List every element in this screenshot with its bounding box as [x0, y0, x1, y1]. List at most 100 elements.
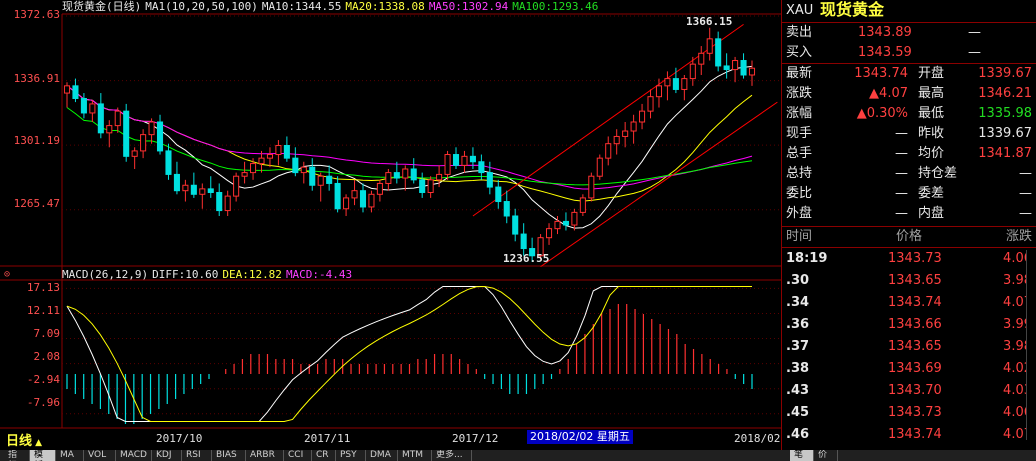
symbol-name: 现货黄金 — [820, 0, 885, 19]
indicator-tab[interactable]: CR — [312, 450, 336, 461]
detail-tab[interactable]: 价 — [814, 450, 838, 461]
indicator-tab[interactable]: VOL — [84, 450, 116, 461]
indicator-tab[interactable]: PSY — [336, 450, 366, 461]
stat-value: 1341.87 — [978, 146, 1032, 161]
candle-body — [698, 52, 705, 65]
macd-tick: 17.13 — [26, 281, 60, 294]
detail-tab[interactable]: 笔 — [790, 450, 814, 461]
ticks-header: 时间 价格 涨跌 — [782, 227, 1036, 247]
candle-body — [114, 110, 121, 127]
indicator-tab[interactable]: MTM — [398, 450, 432, 461]
tick-row: .34 1343.74 4.07 — [782, 293, 1036, 313]
macd-tick: 12.11 — [26, 304, 60, 317]
tick-price: 1343.70 — [888, 383, 942, 398]
candle-body — [148, 121, 155, 136]
candle-body — [140, 134, 147, 152]
indicator-tab[interactable]: CCI — [284, 450, 312, 461]
tick-price: 1343.73 — [888, 405, 942, 420]
candle-body — [283, 144, 290, 159]
candle-body — [410, 168, 417, 181]
candle-body — [520, 233, 527, 250]
ticks-scrollbar[interactable] — [1026, 250, 1034, 440]
ticks-time-header: 时间 — [786, 229, 813, 244]
stat-value: — — [1019, 186, 1032, 201]
candle-body — [351, 190, 358, 199]
stat-label: 开盘 — [918, 66, 945, 81]
bid-price: 1343.59 — [858, 45, 912, 60]
candle-body — [655, 85, 663, 98]
tick-price: 1343.65 — [888, 339, 942, 354]
stat-row: 委比 — 委差 — — [782, 184, 1036, 204]
stat-row: 现手 — 昨收 1339.67 — [782, 124, 1036, 144]
bid-label: 买入 — [786, 45, 813, 60]
indicator-tab[interactable]: BIAS — [212, 450, 246, 461]
indicator-tab[interactable]: KDJ — [152, 450, 182, 461]
candle-body — [359, 190, 367, 208]
candle-body — [613, 135, 620, 145]
candle-body — [156, 121, 164, 152]
indicator-tab[interactable]: 指标 — [4, 450, 30, 461]
candle-body — [182, 184, 189, 192]
ma-params: MA1(10,20,50,100) — [145, 0, 258, 13]
stat-value: 1335.98 — [978, 106, 1032, 121]
period-selector[interactable]: 日线 ▲ — [6, 430, 42, 449]
ma10-value: MA10:1344.55 — [261, 0, 342, 13]
candle-body — [63, 85, 71, 94]
tick-time: .36 — [786, 317, 810, 332]
candle-body — [672, 78, 679, 90]
tick-time: .38 — [786, 361, 810, 376]
indicator-tab[interactable]: 更多... — [432, 450, 472, 461]
stat-row: 总手 — 均价 1341.87 — [782, 144, 1036, 164]
macd-settings-icon[interactable]: ⊙ — [4, 269, 10, 280]
stat-row: 最新 1343.74 开盘 1339.67 — [782, 64, 1036, 84]
candle-body — [436, 173, 443, 181]
ask-volume: — — [968, 25, 981, 40]
kline-chart-area[interactable]: 现货黄金(日线) MA1(10,20,50,100) MA10:1344.55 MA2… — [0, 0, 781, 450]
candle-body — [393, 172, 400, 179]
candle-body — [630, 121, 637, 132]
indicator-tab[interactable]: ARBR — [246, 450, 284, 461]
tick-price: 1343.66 — [888, 317, 942, 332]
chart-canvas[interactable] — [0, 0, 781, 450]
tick-price: 1343.73 — [888, 251, 942, 266]
indicator-tab[interactable]: 模板 — [30, 450, 56, 461]
ma20-value: MA20:1338.08 — [345, 0, 425, 13]
stat-label: 昨收 — [918, 126, 945, 141]
macd-dea-line — [66, 285, 752, 422]
tick-time: .34 — [786, 295, 810, 310]
candle-body — [258, 157, 265, 165]
macd-diff-line — [66, 286, 752, 422]
indicator-tab[interactable]: MA — [56, 450, 84, 461]
candle-body — [622, 130, 629, 137]
candle-body — [605, 143, 612, 159]
stat-value: — — [1019, 206, 1032, 221]
macd-tick: 7.09 — [33, 327, 61, 340]
stat-label: 总持 — [786, 166, 813, 181]
indicator-tab[interactable]: DMA — [366, 450, 398, 461]
tick-row: 18:19 1343.73 4.06 — [782, 249, 1036, 269]
macd-header: MACD(26,12,9) DIFF:10.60 DEA:12.82 MACD:-4.… — [62, 268, 356, 282]
macd-tick: -7.96 — [26, 396, 60, 409]
bid-volume: — — [968, 45, 981, 60]
candle-body — [190, 184, 197, 195]
tick-row: .37 1343.65 3.98 — [782, 337, 1036, 357]
tick-row: .43 1343.70 4.03 — [782, 381, 1036, 401]
indicator-tab[interactable]: MACD — [116, 450, 152, 461]
candle-body — [596, 157, 603, 177]
candle-body — [427, 179, 434, 193]
date-tick: 2017/11 — [304, 432, 351, 445]
period-label: 日线 — [6, 434, 33, 449]
candle-body — [266, 154, 274, 159]
stat-row: 涨幅 ▲0.30% 最低 1335.98 — [782, 104, 1036, 124]
candle-body — [334, 182, 341, 210]
indicator-tab[interactable]: RSI — [182, 450, 212, 461]
ticks-change-header: 涨跌 — [1006, 229, 1033, 244]
stat-label: 最新 — [786, 66, 813, 81]
candle-body — [343, 197, 350, 210]
candle-body — [503, 201, 510, 217]
macd-params: MACD(26,12,9) — [62, 268, 149, 281]
date-tick: 2017/12 — [452, 432, 499, 445]
stat-value: 1343.74 — [854, 66, 908, 81]
tick-price: 1343.74 — [888, 295, 942, 310]
stat-label: 持仓差 — [918, 166, 958, 181]
